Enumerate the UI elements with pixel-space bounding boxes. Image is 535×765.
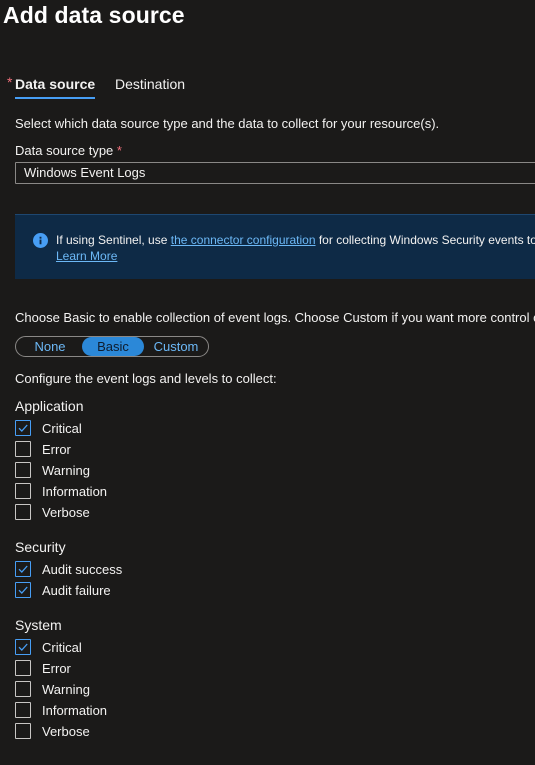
tab-data-source-label: Data source (15, 76, 96, 92)
learn-more-link[interactable]: Learn More (56, 249, 117, 263)
system-group-title: System (15, 617, 62, 633)
checkmark-icon (18, 586, 28, 594)
checkbox-label: Warning (42, 682, 90, 697)
checkbox-box (15, 483, 31, 499)
data-source-type-label: Data source type * (15, 143, 122, 158)
required-marker: * (7, 74, 13, 90)
mode-none-option[interactable]: None (24, 337, 76, 356)
checkbox-label: Error (42, 442, 71, 457)
checkbox-box (15, 639, 31, 655)
info-banner: If using Sentinel, use the connector con… (15, 214, 535, 279)
checkbox-label: Warning (42, 463, 90, 478)
checkbox-label: Critical (42, 640, 82, 655)
collection-mode-toggle: None Basic Custom (15, 336, 209, 357)
checkbox-box (15, 681, 31, 697)
security-group-title: Security (15, 539, 66, 555)
info-text-before: If using Sentinel, use (56, 233, 171, 247)
required-marker: * (116, 143, 122, 158)
checkbox-box (15, 462, 31, 478)
data-source-type-label-text: Data source type (15, 143, 114, 158)
info-message: If using Sentinel, use the connector con… (56, 233, 535, 247)
active-tab-indicator (15, 97, 96, 99)
checkbox-box (15, 504, 31, 520)
info-text-after: for collecting Windows Security events t… (315, 233, 535, 247)
choose-mode-text: Choose Basic to enable collection of eve… (15, 310, 535, 325)
checkbox-label: Error (42, 661, 71, 676)
tab-data-source[interactable]: * Data source (7, 74, 96, 99)
checkmark-icon (18, 643, 28, 651)
mode-custom-option[interactable]: Custom (146, 337, 206, 356)
checkbox-label: Verbose (42, 505, 90, 520)
checkbox-label: Audit success (42, 562, 123, 577)
configure-text: Configure the event logs and levels to c… (15, 371, 277, 386)
checkbox-box (15, 561, 31, 577)
mode-basic-option[interactable]: Basic (82, 337, 144, 356)
checkbox-label: Audit failure (42, 583, 111, 598)
info-icon (33, 233, 48, 248)
tab-destination[interactable]: Destination (115, 76, 185, 92)
info-learn-more-row: Learn More (56, 249, 117, 263)
connector-configuration-link[interactable]: the connector configuration (171, 233, 316, 247)
checkbox-label: Information (42, 703, 108, 718)
data-source-type-dropdown[interactable]: Windows Event Logs (15, 162, 535, 184)
checkbox-box (15, 582, 31, 598)
checkbox-label: Critical (42, 421, 82, 436)
application-group-title: Application (15, 398, 84, 414)
checkbox-box (15, 441, 31, 457)
checkbox-box (15, 702, 31, 718)
checkbox-box (15, 420, 31, 436)
checkbox-box (15, 723, 31, 739)
add-data-source-page: Add data source * Data source Destinatio… (0, 0, 535, 765)
checkmark-icon (18, 565, 28, 573)
intro-text: Select which data source type and the da… (15, 116, 440, 131)
checkbox-label: Verbose (42, 724, 90, 739)
checkbox-label: Information (42, 484, 108, 499)
page-title: Add data source (3, 2, 185, 28)
checkmark-icon (18, 424, 28, 432)
checkbox-box (15, 660, 31, 676)
